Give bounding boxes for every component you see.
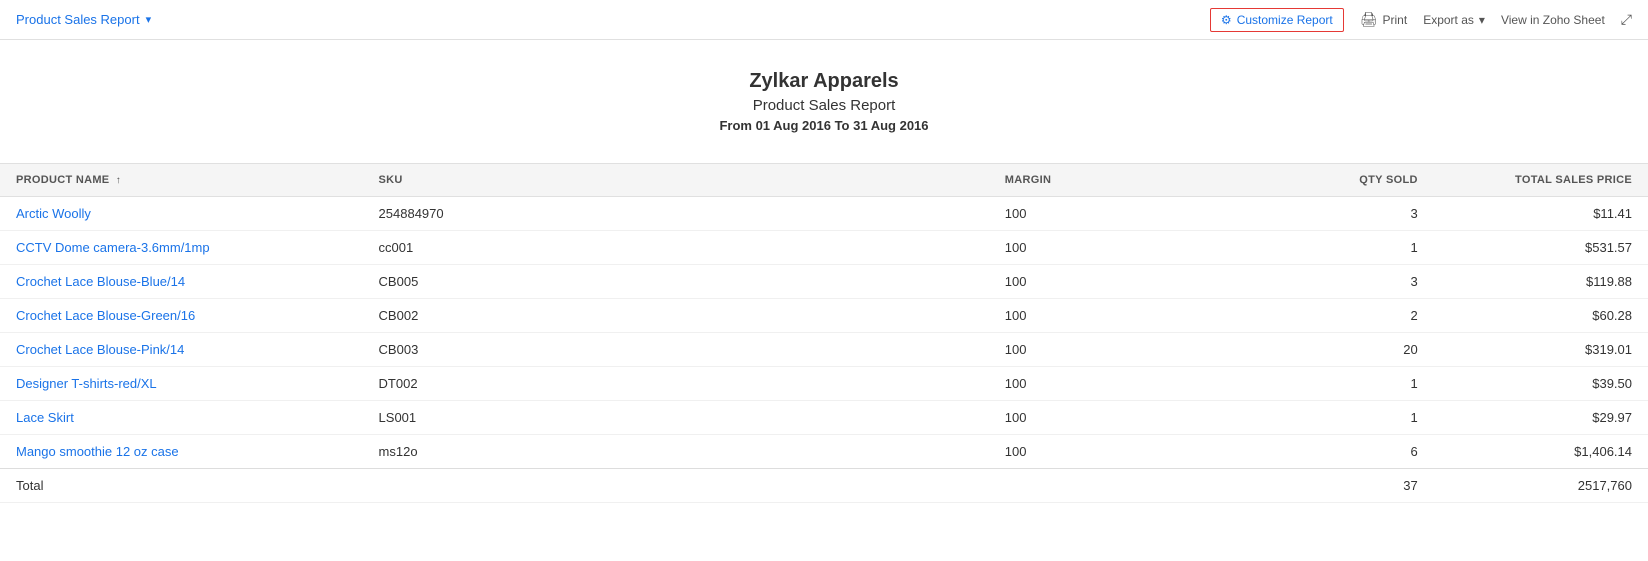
product-sales-table: PRODUCT NAME ↑ SKU MARGIN QTY SOLD TOTAL…	[0, 163, 1648, 503]
col-total-sales-price[interactable]: TOTAL SALES PRICE	[1434, 164, 1648, 197]
cell-total-sales-price: $39.50	[1434, 367, 1648, 401]
cell-total-sales-price: $119.88	[1434, 265, 1648, 299]
cell-margin: 100	[989, 401, 1236, 435]
table-row: Crochet Lace Blouse-Blue/14 CB0051003$119…	[0, 265, 1648, 299]
table-body: Arctic Woolly2548849701003$11.41CCTV Dom…	[0, 197, 1648, 503]
cell-margin: 100	[989, 231, 1236, 265]
cell-qty-sold: 6	[1236, 435, 1434, 469]
customize-report-button[interactable]: ⚙ Customize Report	[1210, 8, 1344, 32]
header-row: PRODUCT NAME ↑ SKU MARGIN QTY SOLD TOTAL…	[0, 164, 1648, 197]
print-icon: 🖨	[1360, 11, 1378, 28]
toolbar-left: Product Sales Report ▾	[16, 12, 151, 27]
export-arrow: ▾	[1479, 13, 1485, 27]
table-row: Crochet Lace Blouse-Green/16 CB0021002$60…	[0, 299, 1648, 333]
table-row: Lace Skirt LS0011001$29.97	[0, 401, 1648, 435]
cell-margin: 100	[989, 333, 1236, 367]
product-name-link[interactable]: Mango smoothie 12 oz case	[16, 444, 179, 459]
table-row: Crochet Lace Blouse-Pink/14 CB00310020$31…	[0, 333, 1648, 367]
export-label: Export as	[1423, 13, 1474, 27]
cell-qty-sold: 3	[1236, 197, 1434, 231]
product-name-link[interactable]: Designer T-shirts-red/XL	[16, 376, 157, 391]
cell-margin: 100	[989, 299, 1236, 333]
product-name-link[interactable]: Crochet Lace Blouse-Blue/14	[16, 274, 185, 289]
col-product-name[interactable]: PRODUCT NAME ↑	[0, 164, 363, 197]
total-sku-empty	[363, 469, 989, 503]
sort-arrow-product-name: ↑	[116, 175, 121, 186]
cell-qty-sold: 1	[1236, 231, 1434, 265]
cell-qty-sold: 3	[1236, 265, 1434, 299]
product-name-link[interactable]: Arctic Woolly	[16, 206, 91, 221]
cell-sku: CB003	[363, 333, 989, 367]
zoom-icon[interactable]: ⤢	[1621, 11, 1632, 28]
cell-sku: DT002	[363, 367, 989, 401]
customize-icon: ⚙	[1221, 13, 1232, 27]
col-qty-sold[interactable]: QTY SOLD	[1236, 164, 1434, 197]
product-name-link[interactable]: Lace Skirt	[16, 410, 74, 425]
customize-label: Customize Report	[1237, 13, 1333, 27]
cell-qty-sold: 1	[1236, 401, 1434, 435]
cell-product-name: Crochet Lace Blouse-Green/16	[0, 299, 363, 333]
report-header: Zylkar Apparels Product Sales Report Fro…	[0, 40, 1648, 153]
cell-total-sales-price: $11.41	[1434, 197, 1648, 231]
view-label: View in Zoho Sheet	[1501, 13, 1605, 27]
cell-qty-sold: 20	[1236, 333, 1434, 367]
view-zoho-sheet-button[interactable]: View in Zoho Sheet	[1501, 13, 1605, 27]
report-date-range: From 01 Aug 2016 To 31 Aug 2016	[0, 118, 1648, 133]
cell-product-name: Crochet Lace Blouse-Blue/14	[0, 265, 363, 299]
cell-margin: 100	[989, 197, 1236, 231]
cell-sku: CB005	[363, 265, 989, 299]
cell-total-sales-price: $319.01	[1434, 333, 1648, 367]
col-margin[interactable]: MARGIN	[989, 164, 1236, 197]
product-name-link[interactable]: Crochet Lace Blouse-Green/16	[16, 308, 195, 323]
cell-total-sales-price: $1,406.14	[1434, 435, 1648, 469]
cell-sku: cc001	[363, 231, 989, 265]
cell-total-sales-price: $60.28	[1434, 299, 1648, 333]
total-qty-sold: 37	[1236, 469, 1434, 503]
col-sku[interactable]: SKU	[363, 164, 989, 197]
cell-product-name: Crochet Lace Blouse-Pink/14	[0, 333, 363, 367]
cell-sku: ms12o	[363, 435, 989, 469]
total-label: Total	[0, 469, 363, 503]
cell-sku: 254884970	[363, 197, 989, 231]
report-title-dropdown[interactable]: Product Sales Report	[16, 12, 140, 27]
table-row: Arctic Woolly 2548849701003$11.41	[0, 197, 1648, 231]
cell-total-sales-price: $531.57	[1434, 231, 1648, 265]
cell-product-name: CCTV Dome camera-3.6mm/1mp	[0, 231, 363, 265]
report-title-arrow[interactable]: ▾	[146, 13, 152, 26]
cell-margin: 100	[989, 435, 1236, 469]
print-button[interactable]: 🖨 Print	[1360, 11, 1407, 28]
table-row: CCTV Dome camera-3.6mm/1mp cc0011001$531.…	[0, 231, 1648, 265]
company-name: Zylkar Apparels	[0, 70, 1648, 93]
cell-margin: 100	[989, 265, 1236, 299]
toolbar: Product Sales Report ▾ ⚙ Customize Repor…	[0, 0, 1648, 40]
total-margin-empty	[989, 469, 1236, 503]
product-name-link[interactable]: Crochet Lace Blouse-Pink/14	[16, 342, 184, 357]
toolbar-right: ⚙ Customize Report 🖨 Print Export as ▾ V…	[1210, 8, 1632, 32]
product-name-link[interactable]: CCTV Dome camera-3.6mm/1mp	[16, 240, 210, 255]
cell-product-name: Arctic Woolly	[0, 197, 363, 231]
print-label: Print	[1383, 13, 1408, 27]
cell-qty-sold: 2	[1236, 299, 1434, 333]
export-button[interactable]: Export as ▾	[1423, 13, 1485, 27]
table-row: Mango smoothie 12 oz case ms12o1006$1,406…	[0, 435, 1648, 469]
table-header: PRODUCT NAME ↑ SKU MARGIN QTY SOLD TOTAL…	[0, 164, 1648, 197]
cell-qty-sold: 1	[1236, 367, 1434, 401]
cell-sku: CB002	[363, 299, 989, 333]
table-row: Designer T-shirts-red/XL DT0021001$39.50	[0, 367, 1648, 401]
cell-product-name: Lace Skirt	[0, 401, 363, 435]
total-row: Total 372517,760	[0, 469, 1648, 503]
cell-sku: LS001	[363, 401, 989, 435]
total-sales-price: 2517,760	[1434, 469, 1648, 503]
cell-product-name: Designer T-shirts-red/XL	[0, 367, 363, 401]
report-name: Product Sales Report	[0, 97, 1648, 114]
cell-total-sales-price: $29.97	[1434, 401, 1648, 435]
cell-product-name: Mango smoothie 12 oz case	[0, 435, 363, 469]
cell-margin: 100	[989, 367, 1236, 401]
